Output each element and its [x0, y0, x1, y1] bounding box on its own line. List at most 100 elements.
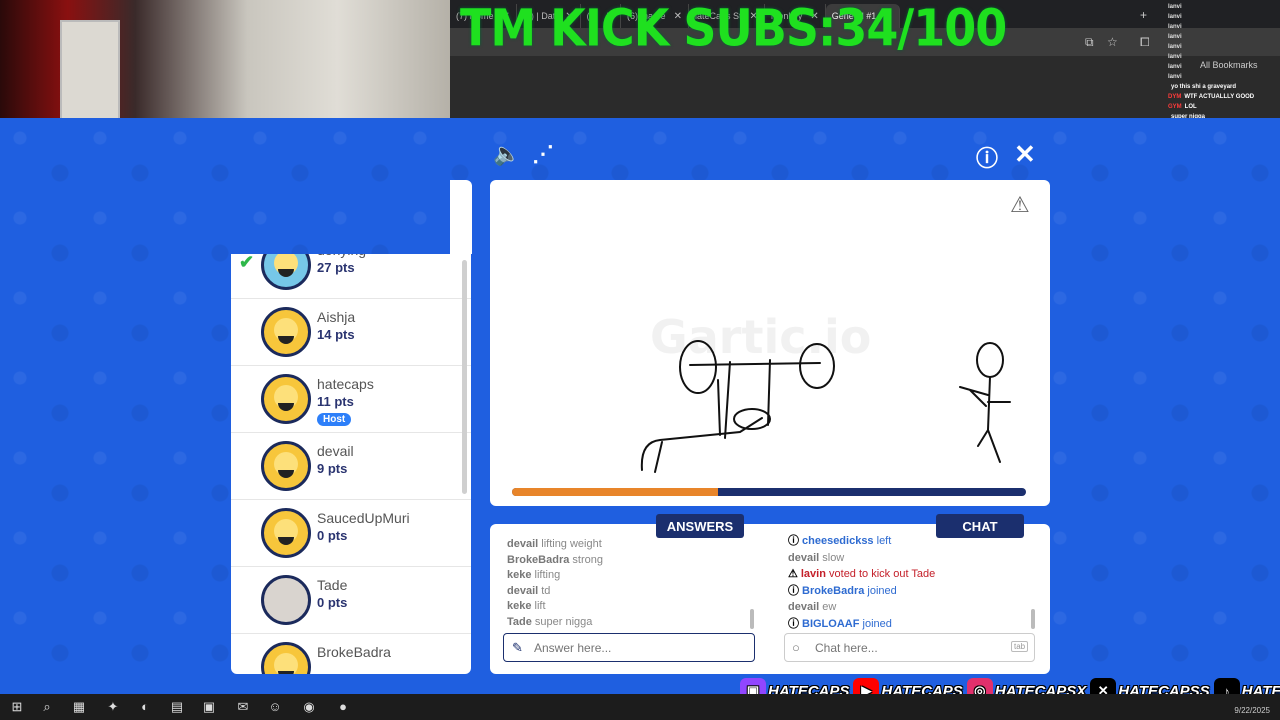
- warning-icon: ⚠: [788, 568, 798, 581]
- player-avatar: [261, 307, 311, 357]
- search-icon[interactable]: ⌕: [38, 698, 56, 716]
- host-badge: Host: [317, 413, 352, 426]
- pencil-icon: ✎: [512, 640, 523, 655]
- copilot-icon[interactable]: ✦: [104, 698, 122, 716]
- chat-message: ⚠ lavin voted to kick out Tade: [788, 566, 1038, 583]
- player-row[interactable]: BrokeBadra: [231, 634, 471, 674]
- player-row[interactable]: Aishja 14 pts: [231, 299, 471, 366]
- answer-text: lifting weight: [541, 538, 602, 550]
- chat-bubble-icon: ○: [792, 640, 800, 655]
- player-points: 0 pts: [317, 595, 348, 610]
- chat-list: ⓘ cheesedickss left devail slow ⚠ lavin vote…: [788, 533, 1038, 631]
- answer-text: lift: [534, 600, 546, 613]
- outlook-icon[interactable]: ✉: [234, 698, 252, 716]
- task-view-icon[interactable]: ▦: [70, 698, 88, 716]
- stream-chat-line: lanvi: [1168, 12, 1280, 22]
- chat-message: ⓘ BrokeBadra joined: [788, 583, 1038, 600]
- bookmark-star-icon[interactable]: ☆: [1107, 35, 1118, 49]
- stream-chat-line: lanvi: [1168, 72, 1280, 82]
- chrome-icon[interactable]: ◉: [300, 698, 318, 716]
- avatar-mouth: [278, 336, 294, 344]
- host-badge-label: Host: [323, 414, 346, 425]
- answers-scrollbar[interactable]: [750, 609, 754, 629]
- windows-start-icon[interactable]: ⊞: [8, 698, 26, 716]
- chat-user: cheesedickss: [802, 535, 874, 547]
- close-icon[interactable]: ✕: [1014, 139, 1036, 170]
- file-explorer-icon[interactable]: ▤: [168, 698, 186, 716]
- tab-answers[interactable]: ANSWERS: [656, 514, 744, 538]
- player-info: SaucedUpMuri 0 pts: [317, 510, 410, 543]
- stream-chat-user: lanvi: [1168, 34, 1182, 40]
- player-name: Tade: [317, 577, 348, 593]
- avatar-mouth: [278, 537, 294, 545]
- player-avatar: [261, 642, 311, 674]
- windows-taskbar: ⊞ ⌕ ▦ ✦ ◐ ▤ ▣ ✉ ☺ ◉ ●: [0, 694, 1280, 720]
- discord-icon[interactable]: ☺: [266, 698, 284, 716]
- edge-icon[interactable]: ◐: [136, 698, 154, 716]
- player-points: 27 pts: [317, 260, 355, 275]
- player-info: Tade 0 pts: [317, 577, 347, 610]
- player-row[interactable]: devail 9 pts: [231, 433, 471, 500]
- player-info: hatecaps 11 pts Host: [317, 376, 374, 427]
- chat-user: BrokeBadra: [802, 584, 865, 597]
- extensions-icon[interactable]: ⧠: [1140, 35, 1150, 50]
- player-row[interactable]: hatecaps 11 pts Host: [231, 366, 471, 433]
- chat-scrollbar[interactable]: [1031, 609, 1035, 629]
- avatar-mouth: [278, 470, 294, 478]
- stream-chat-line: lanvi: [1168, 42, 1280, 52]
- player-row[interactable]: Tade 0 pts: [231, 567, 471, 634]
- stream-chat-user: lanvi: [1168, 64, 1182, 70]
- player-name: devail: [317, 443, 354, 459]
- stream-chat-user: GYM: [1168, 104, 1182, 110]
- install-icon[interactable]: ⧉: [1085, 35, 1094, 50]
- info-icon[interactable]: ⓘ: [976, 141, 998, 173]
- players-scrollbar[interactable]: [462, 260, 467, 494]
- answer-text: lifting: [534, 569, 561, 582]
- share-icon[interactable]: ⋰: [532, 141, 554, 167]
- player-name: BrokeBadra: [317, 644, 391, 660]
- stream-chat-user: lanvi: [1168, 14, 1182, 20]
- answer-text: td: [541, 584, 551, 597]
- answer-text: super nigga: [534, 615, 593, 628]
- new-tab-icon[interactable]: +: [1140, 8, 1147, 22]
- player-avatar: [261, 254, 311, 290]
- chat-text: joined: [867, 584, 897, 597]
- player-row[interactable]: ✔ denying 27 pts: [231, 254, 471, 299]
- chat-message: devail ew: [788, 599, 1038, 616]
- info-icon: ⓘ: [788, 535, 799, 547]
- stream-chat-line: lanvi: [1168, 52, 1280, 62]
- taskbar-date: 9/22/2025: [1234, 706, 1270, 715]
- player-row[interactable]: SaucedUpMuri 0 pts: [231, 500, 471, 567]
- chat-input[interactable]: [784, 633, 1035, 662]
- chat-message: ⓘ BIGLOAAF joined: [788, 616, 1038, 631]
- answer-user: keke: [507, 569, 532, 582]
- stream-chat-message: yo this shi a graveyard: [1171, 84, 1237, 90]
- chat-user: lavin: [800, 568, 826, 581]
- stream-chat-user: lanvi: [1168, 4, 1182, 10]
- stream-chat-overlay: lanvi lanvi lanvi lanvi lanvi lanvi lanvi lanvi…: [1168, 2, 1280, 122]
- avatar-mouth: [278, 671, 294, 674]
- app-icon[interactable]: ●: [334, 698, 352, 716]
- answer-message: Tade super nigga: [507, 615, 757, 631]
- chat-message: devail slow: [788, 550, 1038, 567]
- answer-user: keke: [507, 600, 532, 613]
- drawing-canvas[interactable]: Gartic.io ⚠: [490, 180, 1050, 506]
- chat-message: ⓘ cheesedickss left: [788, 533, 1038, 550]
- chat-user: devail: [788, 551, 820, 564]
- sound-icon[interactable]: 🔈: [493, 141, 520, 167]
- store-icon[interactable]: ▣: [200, 698, 218, 716]
- info-icon: ⓘ: [788, 584, 799, 597]
- chat-text: left: [876, 535, 892, 547]
- answer-input[interactable]: [503, 633, 755, 662]
- answer-user: devail: [507, 584, 539, 597]
- player-info: devail 9 pts: [317, 443, 354, 476]
- answer-message: devail lifting weight: [507, 537, 757, 553]
- avatar-mouth: [278, 269, 294, 277]
- chat-user: BIGLOAAF: [802, 617, 860, 630]
- stream-chat-user: lanvi: [1168, 54, 1182, 60]
- stream-chat-user: DYM: [1168, 94, 1182, 100]
- player-avatar: [261, 441, 311, 491]
- answers-list: devail lifting weight BrokeBadra strong ke…: [507, 537, 757, 631]
- answer-user: BrokeBadra: [507, 553, 570, 566]
- players-panel-top: [450, 180, 472, 254]
